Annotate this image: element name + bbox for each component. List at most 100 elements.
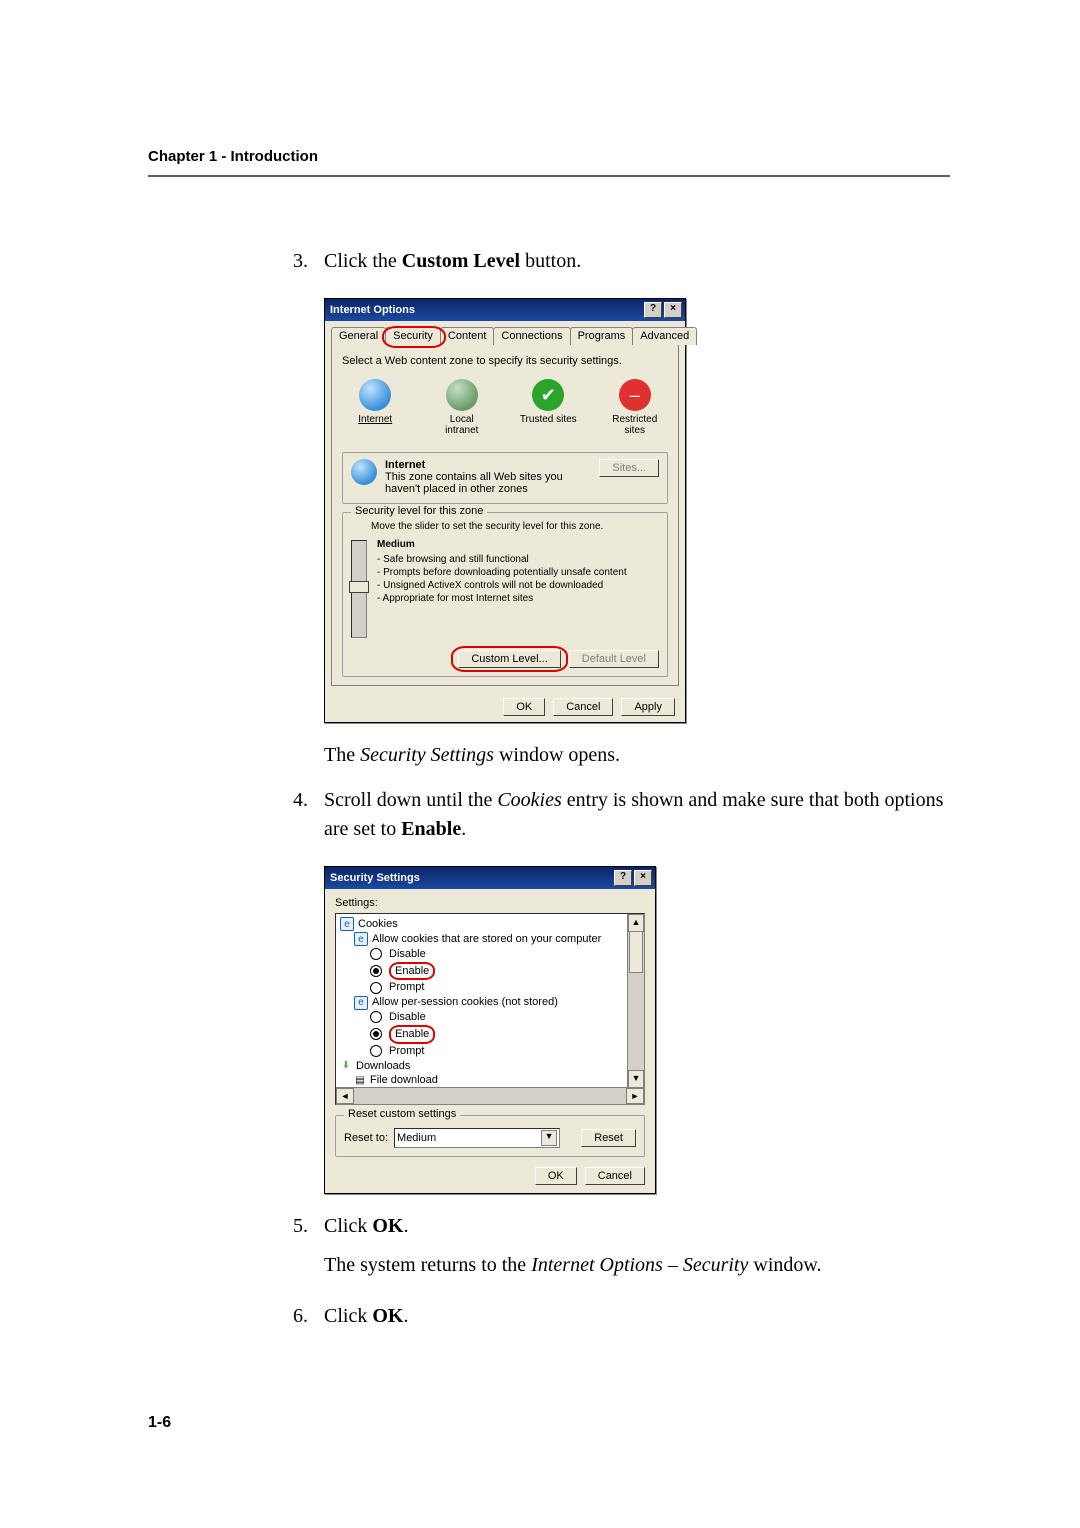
step-5: 5. Click OK. The system returns to the I… bbox=[268, 1212, 950, 1290]
group-label: Reset custom settings bbox=[344, 1108, 460, 1120]
settings-label: Settings: bbox=[335, 897, 645, 909]
callout-circle-icon: Enable bbox=[389, 962, 435, 981]
level-bullet: - Appropriate for most Internet sites bbox=[377, 592, 627, 605]
t: Cookies bbox=[497, 789, 561, 811]
t: Custom Level bbox=[402, 250, 520, 272]
zone-description: This zone contains all Web sites you hav… bbox=[385, 471, 591, 495]
radio-icon bbox=[370, 948, 382, 960]
file-icon: ▤ bbox=[354, 1075, 366, 1087]
page-number: 1-6 bbox=[148, 1414, 171, 1432]
step-4: 4. Scroll down until the Cookies entry i… bbox=[268, 786, 950, 854]
zone-local-intranet[interactable]: Local intranet bbox=[433, 379, 492, 436]
scroll-down-icon[interactable]: ▼ bbox=[628, 1070, 644, 1088]
radio-disable[interactable]: Disable bbox=[340, 947, 640, 962]
t: The bbox=[324, 744, 360, 766]
step-number: 6. bbox=[268, 1302, 324, 1331]
radio-icon bbox=[370, 982, 382, 994]
tab-general[interactable]: General bbox=[331, 327, 386, 345]
zone-info-group: Internet This zone contains all Web site… bbox=[342, 452, 668, 504]
level-description: Medium - Safe browsing and still functio… bbox=[377, 538, 627, 640]
tab-advanced[interactable]: Advanced bbox=[632, 327, 697, 345]
tab-panel: Select a Web content zone to specify its… bbox=[331, 344, 679, 686]
radio-prompt[interactable]: Prompt bbox=[340, 980, 640, 995]
tree-cookies: eCookies bbox=[340, 917, 640, 932]
scroll-up-icon[interactable]: ▲ bbox=[628, 914, 644, 932]
callout-circle-icon: Enable bbox=[389, 1025, 435, 1044]
tab-security[interactable]: Security bbox=[385, 327, 441, 345]
settings-tree: eCookies eAllow cookies that are stored … bbox=[336, 914, 644, 1105]
t: . bbox=[403, 1305, 408, 1327]
radio-disable[interactable]: Disable bbox=[340, 1010, 640, 1025]
zone-restricted-sites[interactable]: – Restrictedsites bbox=[606, 379, 665, 436]
radio-icon bbox=[370, 1045, 382, 1057]
horizontal-scrollbar[interactable]: ◄ ► bbox=[336, 1087, 644, 1104]
t: Scroll down until the bbox=[324, 789, 497, 811]
zone-list: Internet Local intranet ✔ Trusted sites … bbox=[342, 375, 668, 446]
tree-allow-stored: eAllow cookies that are stored on your c… bbox=[340, 932, 640, 947]
zone-trusted-sites[interactable]: ✔ Trusted sites bbox=[519, 379, 578, 425]
zone-label: Restrictedsites bbox=[612, 414, 657, 436]
tab-programs[interactable]: Programs bbox=[570, 327, 634, 345]
settings-listbox[interactable]: eCookies eAllow cookies that are stored … bbox=[335, 913, 645, 1105]
scroll-thumb[interactable] bbox=[629, 931, 643, 973]
t: button. bbox=[520, 250, 581, 272]
slider-thumb[interactable] bbox=[349, 581, 369, 593]
reset-to-label: Reset to: bbox=[344, 1132, 388, 1144]
zone-instruction: Select a Web content zone to specify its… bbox=[342, 355, 668, 367]
level-name: Medium bbox=[377, 538, 627, 551]
radio-enable[interactable]: Enable bbox=[340, 1025, 640, 1044]
radio-enable[interactable]: Enable bbox=[340, 962, 640, 981]
level-bullet: - Safe browsing and still functional bbox=[377, 553, 627, 566]
radio-prompt[interactable]: Prompt bbox=[340, 1044, 640, 1059]
apply-button[interactable]: Apply bbox=[621, 698, 675, 716]
step-4-text: Scroll down until the Cookies entry is s… bbox=[324, 786, 950, 844]
page-header: Chapter 1 - Introduction bbox=[148, 148, 950, 165]
chevron-down-icon: ▼ bbox=[541, 1130, 557, 1146]
reset-button[interactable]: Reset bbox=[581, 1129, 636, 1147]
ok-button[interactable]: OK bbox=[535, 1167, 577, 1185]
group-label: Security level for this zone bbox=[351, 505, 487, 517]
tab-label: Security bbox=[393, 330, 433, 342]
custom-level-button[interactable]: Custom Level... bbox=[458, 650, 560, 668]
minus-icon: – bbox=[619, 379, 651, 411]
zone-label: Trusted sites bbox=[520, 414, 577, 425]
titlebar: Security Settings ? × bbox=[325, 867, 655, 889]
t: Click bbox=[324, 1215, 372, 1237]
scroll-left-icon[interactable]: ◄ bbox=[336, 1088, 354, 1104]
radio-icon bbox=[370, 1028, 382, 1040]
titlebar: Internet Options ? × bbox=[325, 299, 685, 321]
check-icon: ✔ bbox=[532, 379, 564, 411]
step-3: 3. Click the Custom Level button. bbox=[268, 247, 950, 286]
vertical-scrollbar[interactable]: ▲ ▼ bbox=[627, 914, 644, 1088]
t: Internet Options – Security bbox=[531, 1254, 748, 1276]
t: The system returns to the bbox=[324, 1254, 531, 1276]
cancel-button[interactable]: Cancel bbox=[553, 698, 613, 716]
zone-label: Local intranet bbox=[433, 414, 492, 436]
tab-content[interactable]: Content bbox=[440, 327, 495, 345]
close-button[interactable]: × bbox=[634, 870, 652, 886]
tab-connections[interactable]: Connections bbox=[493, 327, 570, 345]
help-button[interactable]: ? bbox=[644, 302, 662, 318]
close-button[interactable]: × bbox=[664, 302, 682, 318]
step-3-result: The Security Settings window opens. bbox=[324, 741, 950, 770]
t: window. bbox=[748, 1254, 821, 1276]
sites-button: Sites... bbox=[599, 459, 659, 477]
zone-name: Internet bbox=[385, 459, 591, 471]
scroll-right-icon[interactable]: ► bbox=[626, 1088, 644, 1104]
security-slider[interactable] bbox=[351, 540, 367, 638]
tab-strip: General Security Content Connections Pro… bbox=[325, 321, 685, 344]
cookie-icon: e bbox=[354, 996, 368, 1010]
step-5-result: The system returns to the Internet Optio… bbox=[324, 1251, 950, 1280]
ok-button[interactable]: OK bbox=[503, 698, 545, 716]
zone-internet[interactable]: Internet bbox=[346, 379, 405, 425]
default-level-button: Default Level bbox=[569, 650, 659, 668]
step-number: 4. bbox=[268, 786, 324, 815]
reset-to-select[interactable]: Medium ▼ bbox=[394, 1128, 560, 1148]
t: OK bbox=[372, 1215, 403, 1237]
t: . bbox=[403, 1215, 408, 1237]
radio-icon bbox=[370, 965, 382, 977]
dialog-title: Security Settings bbox=[328, 872, 612, 884]
step-5-text: Click OK. bbox=[324, 1212, 950, 1241]
help-button[interactable]: ? bbox=[614, 870, 632, 886]
cancel-button[interactable]: Cancel bbox=[585, 1167, 645, 1185]
